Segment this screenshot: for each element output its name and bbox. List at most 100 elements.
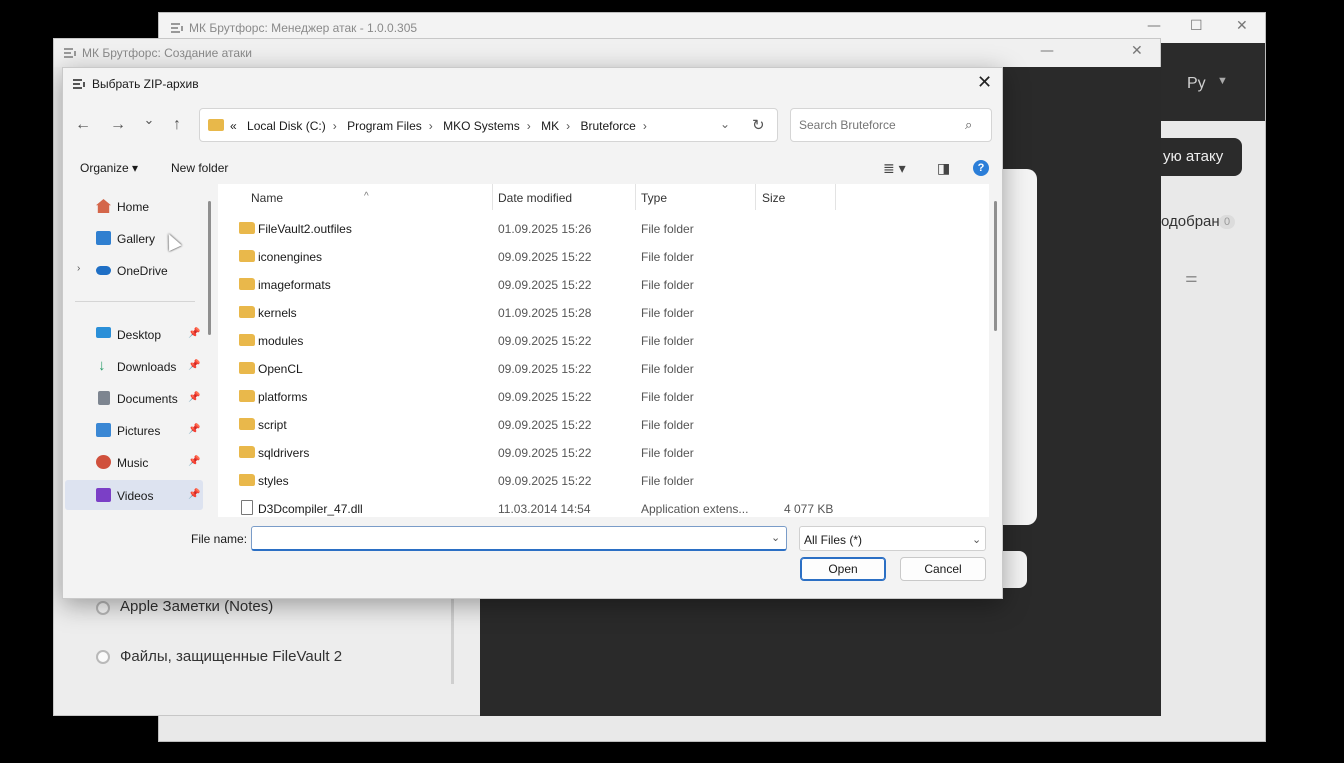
pin-icon[interactable]: 📌	[188, 360, 200, 371]
sidebar-scrollbar[interactable]	[208, 201, 211, 335]
sidebar-item-gallery[interactable]: Gallery	[65, 226, 203, 252]
new-attack-button[interactable]: ую атаку	[1161, 138, 1242, 176]
chevron-right-icon[interactable]: ›	[520, 119, 538, 133]
sidebar-item-music[interactable]: Music 📌	[65, 450, 203, 476]
sidebar-item-documents[interactable]: Documents 📌	[65, 386, 203, 412]
breadcrumb-item[interactable]: MK	[541, 119, 559, 133]
tab-found[interactable]: одобран	[1161, 213, 1220, 230]
sidebar-item-downloads[interactable]: ↓ Downloads 📌	[65, 354, 203, 380]
file-row[interactable]: D3Dcompiler_47.dll 11.03.2014 14:54 Appl…	[218, 494, 989, 517]
column-divider[interactable]	[492, 184, 493, 210]
chevron-right-icon[interactable]: ›	[326, 119, 344, 133]
file-type: File folder	[641, 278, 694, 292]
pin-icon[interactable]: 📌	[188, 456, 200, 467]
sidebar-item-onedrive[interactable]: › OneDrive	[65, 258, 203, 284]
folder-icon	[239, 222, 255, 234]
create-titlebar[interactable]: МК Брутфорс: Создание атаки — ✕	[54, 39, 1160, 67]
file-type-value: All Files (*)	[804, 533, 863, 547]
create-title: МК Брутфорс: Создание атаки	[82, 46, 252, 60]
file-name-label: File name:	[191, 532, 248, 546]
file-list-scrollbar[interactable]	[994, 201, 997, 331]
column-divider[interactable]	[755, 184, 756, 210]
file-size: 4 077 KB	[784, 502, 834, 516]
chevron-down-icon[interactable]: ⌄	[771, 531, 780, 544]
view-options-icon[interactable]: ≣ ▾	[883, 160, 906, 177]
file-name: modules	[258, 334, 304, 348]
search-input[interactable]	[790, 108, 992, 142]
file-row[interactable]: styles 09.09.2025 15:22 File folder	[218, 466, 989, 494]
help-icon[interactable]: ?	[973, 160, 989, 176]
chevron-right-icon[interactable]: ›	[559, 119, 577, 133]
option-apple-notes[interactable]: Apple Заметки (Notes)	[120, 598, 273, 615]
back-button[interactable]: ←	[71, 116, 95, 134]
radio-notes[interactable]	[96, 601, 110, 615]
close-button[interactable]: ✕	[1236, 18, 1248, 34]
file-row[interactable]: iconengines 09.09.2025 15:22 File folder	[218, 242, 989, 270]
filter-icon[interactable]: ⚌	[1185, 269, 1198, 286]
breadcrumb[interactable]: « Local Disk (C:) › Program Files › MKO Sy…	[230, 119, 654, 133]
column-name[interactable]: Name	[251, 191, 283, 205]
file-type: File folder	[641, 334, 694, 348]
breadcrumb-item[interactable]: MKO Systems	[443, 119, 520, 133]
pin-icon[interactable]: 📌	[188, 489, 200, 500]
organize-button[interactable]: Organize ▾	[80, 161, 138, 175]
radio-filevault[interactable]	[96, 650, 110, 664]
chevron-right-icon[interactable]: ›	[636, 119, 654, 133]
file-row[interactable]: modules 09.09.2025 15:22 File folder	[218, 326, 989, 354]
file-row[interactable]: OpenCL 09.09.2025 15:22 File folder	[218, 354, 989, 382]
folder-icon	[208, 119, 224, 131]
forward-button[interactable]: →	[106, 116, 130, 134]
open-button[interactable]: Open	[800, 557, 886, 581]
file-name: sqldrivers	[258, 446, 310, 460]
file-row[interactable]: script 09.09.2025 15:22 File folder	[218, 410, 989, 438]
expand-arrow-icon[interactable]: ›	[77, 263, 80, 274]
file-row[interactable]: platforms 09.09.2025 15:22 File folder	[218, 382, 989, 410]
breadcrumb-item[interactable]: Bruteforce	[580, 119, 635, 133]
maximize-button[interactable]: ☐	[1190, 18, 1203, 34]
new-folder-button[interactable]: New folder	[171, 161, 228, 175]
sidebar-item-videos[interactable]: Videos 📌	[65, 480, 203, 510]
file-row[interactable]: imageformats 09.09.2025 15:22 File folde…	[218, 270, 989, 298]
chevron-down-icon[interactable]: ⌄	[720, 117, 730, 131]
sidebar-item-desktop[interactable]: Desktop 📌	[65, 322, 203, 348]
up-button[interactable]: ↑	[165, 116, 189, 134]
chevron-right-icon[interactable]: ›	[422, 119, 440, 133]
close-icon[interactable]: ✕	[977, 72, 992, 93]
navigation-pane: Home Gallery › OneDrive Desktop 📌 ↓ Down…	[65, 186, 205, 519]
file-date: 09.09.2025 15:22	[498, 446, 592, 460]
minimize-button[interactable]: —	[1040, 43, 1054, 59]
file-type: File folder	[641, 222, 694, 236]
language-selector[interactable]: Ру	[1187, 75, 1206, 93]
file-row[interactable]: FileVault2.outfiles 01.09.2025 15:26 Fil…	[218, 214, 989, 242]
option-filevault[interactable]: Файлы, защищенные FileVault 2	[120, 648, 342, 665]
preview-pane-icon[interactable]: ◨	[937, 160, 950, 177]
file-name: platforms	[258, 390, 308, 404]
file-row[interactable]: kernels 01.09.2025 15:28 File folder	[218, 298, 989, 326]
column-divider[interactable]	[835, 184, 836, 210]
pin-icon[interactable]: 📌	[188, 328, 200, 339]
address-bar[interactable]: « Local Disk (C:) › Program Files › MKO Sy…	[199, 108, 778, 142]
breadcrumb-overflow[interactable]: «	[230, 119, 237, 133]
breadcrumb-item[interactable]: Local Disk (C:)	[240, 119, 326, 133]
sidebar-item-pictures[interactable]: Pictures 📌	[65, 418, 203, 444]
refresh-icon[interactable]: ↻	[752, 116, 765, 134]
file-type-select[interactable]: All Files (*) ⌄	[799, 526, 986, 551]
breadcrumb-item[interactable]: Program Files	[347, 119, 422, 133]
column-type[interactable]: Type	[641, 191, 667, 205]
column-divider[interactable]	[635, 184, 636, 210]
recent-locations-button[interactable]: ⌄	[137, 112, 161, 128]
column-date-modified[interactable]: Date modified	[498, 191, 572, 205]
pin-icon[interactable]: 📌	[188, 392, 200, 403]
file-name: script	[258, 418, 287, 432]
cancel-button[interactable]: Cancel	[900, 557, 986, 581]
file-type: File folder	[641, 390, 694, 404]
list-scrollbar[interactable]	[451, 599, 454, 684]
file-name-input[interactable]	[251, 526, 787, 551]
file-type: Application extens...	[641, 502, 749, 516]
pin-icon[interactable]: 📌	[188, 424, 200, 435]
minimize-button[interactable]: —	[1147, 18, 1161, 34]
close-button[interactable]: ✕	[1131, 43, 1143, 59]
file-row[interactable]: sqldrivers 09.09.2025 15:22 File folder	[218, 438, 989, 466]
sidebar-item-home[interactable]: Home	[65, 194, 203, 220]
column-size[interactable]: Size	[762, 191, 785, 205]
